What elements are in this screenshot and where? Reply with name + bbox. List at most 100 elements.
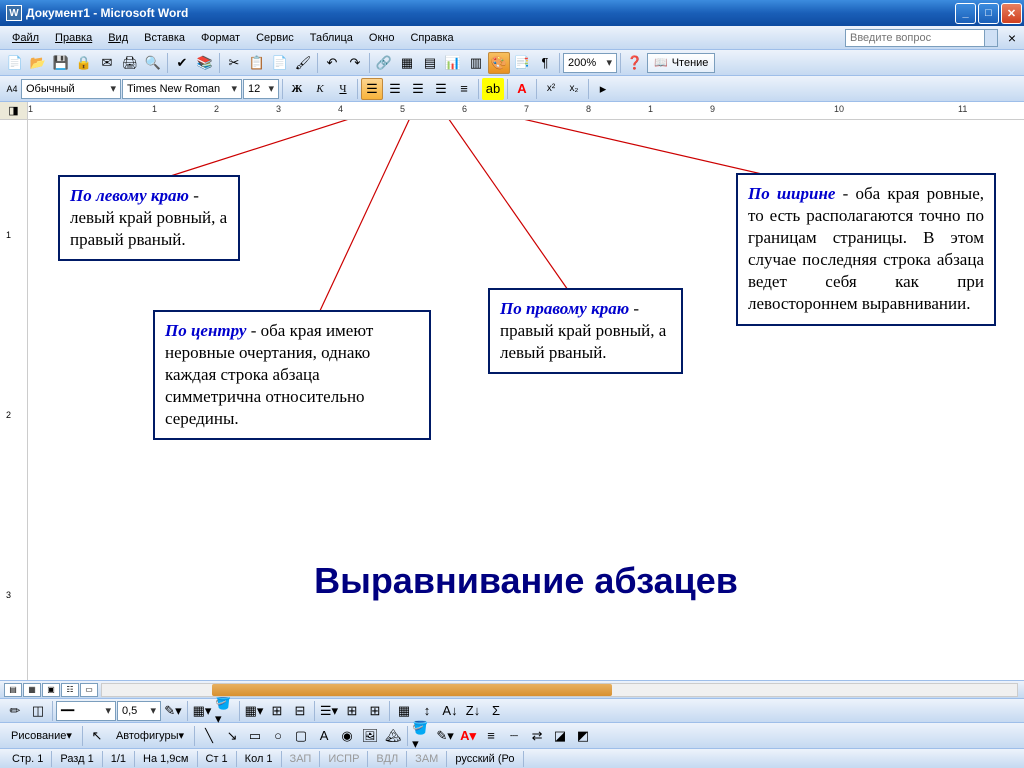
preview-button[interactable]: 🔍 bbox=[142, 52, 164, 74]
permission-button[interactable]: 🔒 bbox=[73, 52, 95, 74]
line-icon[interactable]: ╲ bbox=[198, 725, 220, 747]
underline-button[interactable]: Ч bbox=[332, 78, 354, 100]
close-button[interactable]: ✕ bbox=[1001, 3, 1022, 24]
fill-color-icon[interactable]: 🪣▾ bbox=[411, 725, 433, 747]
sort-asc-icon[interactable]: A↓ bbox=[439, 700, 461, 722]
tables-button[interactable]: ▦ bbox=[396, 52, 418, 74]
redo-button[interactable]: ↷ bbox=[344, 52, 366, 74]
arrow-icon[interactable]: ↘ bbox=[221, 725, 243, 747]
open-button[interactable]: 📂 bbox=[27, 52, 49, 74]
status-rec[interactable]: ЗАП bbox=[282, 751, 321, 767]
italic-button[interactable]: К bbox=[309, 78, 331, 100]
autoformat-icon[interactable]: ▦ bbox=[393, 700, 415, 722]
zoom-combo[interactable]: 200%▾ bbox=[563, 53, 617, 73]
select-icon[interactable]: ↖ bbox=[86, 725, 108, 747]
font-color-draw-icon[interactable]: A▾ bbox=[457, 725, 479, 747]
autoshapes-menu[interactable]: Автофигуры ▾ bbox=[109, 726, 191, 746]
excel-button[interactable]: 📊 bbox=[442, 52, 464, 74]
cut-button[interactable]: ✂ bbox=[223, 52, 245, 74]
save-button[interactable]: 💾 bbox=[50, 52, 72, 74]
line-style-combo[interactable]: ━━▾ bbox=[56, 701, 116, 721]
arrow-style-icon[interactable]: ⇄ bbox=[526, 725, 548, 747]
status-ovr[interactable]: ЗАМ bbox=[407, 751, 447, 767]
drawing-menu[interactable]: Рисование ▾ bbox=[4, 726, 79, 746]
wordart-icon[interactable]: A bbox=[313, 725, 335, 747]
spellcheck-button[interactable]: ✔ bbox=[171, 52, 193, 74]
paste-button[interactable]: 📄 bbox=[269, 52, 291, 74]
reading-button[interactable]: 📖 Чтение bbox=[647, 53, 715, 73]
undo-button[interactable]: ↶ bbox=[321, 52, 343, 74]
print-view-button[interactable]: ▣ bbox=[42, 683, 60, 697]
hyperlink-button[interactable]: 🔗 bbox=[373, 52, 395, 74]
merge-cells-icon[interactable]: ⊞ bbox=[266, 700, 288, 722]
menu-tools[interactable]: Сервис bbox=[248, 29, 302, 47]
drawing-button[interactable]: 🎨 bbox=[488, 52, 510, 74]
menu-window[interactable]: Окно bbox=[361, 29, 403, 47]
format-painter-button[interactable]: 🖌 bbox=[292, 52, 314, 74]
line-color-icon[interactable]: ✎▾ bbox=[434, 725, 456, 747]
picture-icon[interactable]: 🏔 bbox=[382, 725, 404, 747]
eraser-icon[interactable]: ◫ bbox=[27, 700, 49, 722]
h-scrollbar[interactable] bbox=[101, 683, 1018, 697]
line-spacing-button[interactable]: ≡ bbox=[453, 78, 475, 100]
distribute-cols-icon[interactable]: ⊞ bbox=[364, 700, 386, 722]
sort-desc-icon[interactable]: Z↓ bbox=[462, 700, 484, 722]
shadow-icon[interactable]: ◪ bbox=[549, 725, 571, 747]
minimize-button[interactable]: _ bbox=[955, 3, 976, 24]
menu-insert[interactable]: Вставка bbox=[136, 29, 193, 47]
showmarks-button[interactable]: ¶ bbox=[534, 52, 556, 74]
align-justify-button[interactable]: ☰ bbox=[430, 78, 452, 100]
menu-view[interactable]: Вид bbox=[100, 29, 136, 47]
print-button[interactable]: 🖨 bbox=[119, 52, 141, 74]
status-lang[interactable]: русский (Ро bbox=[447, 751, 523, 767]
status-ext[interactable]: ВДЛ bbox=[368, 751, 407, 767]
rectangle-icon[interactable]: ▭ bbox=[244, 725, 266, 747]
page[interactable]: По левому краю - левый край ровный, а пр… bbox=[28, 120, 1024, 680]
insert-table-button[interactable]: ▤ bbox=[419, 52, 441, 74]
columns-button[interactable]: ▥ bbox=[465, 52, 487, 74]
style-combo[interactable]: Обычный▾ bbox=[21, 79, 121, 99]
textbox-icon[interactable]: ▢ bbox=[290, 725, 312, 747]
font-combo[interactable]: Times New Roman▾ bbox=[122, 79, 242, 99]
insert-table-icon[interactable]: ▦▾ bbox=[243, 700, 265, 722]
help-button[interactable]: ❓ bbox=[624, 52, 646, 74]
research-button[interactable]: 📚 bbox=[194, 52, 216, 74]
autosum-icon[interactable]: Σ bbox=[485, 700, 507, 722]
horizontal-ruler[interactable]: ◨ 112345678191011 bbox=[0, 102, 1024, 120]
reading-view-button[interactable]: ▭ bbox=[80, 683, 98, 697]
line-style-icon[interactable]: ≡ bbox=[480, 725, 502, 747]
font-color-button[interactable]: A bbox=[511, 78, 533, 100]
clipart-icon[interactable]: 🖼 bbox=[359, 725, 381, 747]
diagram-icon[interactable]: ◉ bbox=[336, 725, 358, 747]
styles-pane-button[interactable]: A4 bbox=[4, 78, 20, 100]
more-button-icon[interactable]: ▸ bbox=[592, 78, 614, 100]
subscript-button[interactable]: x₂ bbox=[563, 78, 585, 100]
distribute-rows-icon[interactable]: ⊞ bbox=[341, 700, 363, 722]
vertical-ruler[interactable]: 123 bbox=[0, 120, 28, 680]
docmap-button[interactable]: 📑 bbox=[511, 52, 533, 74]
superscript-button[interactable]: x² bbox=[540, 78, 562, 100]
fontsize-combo[interactable]: 12▾ bbox=[243, 79, 279, 99]
highlight-button[interactable]: ab bbox=[482, 78, 504, 100]
status-trk[interactable]: ИСПР bbox=[320, 751, 368, 767]
menu-help[interactable]: Справка bbox=[402, 29, 461, 47]
web-view-button[interactable]: ▦ bbox=[23, 683, 41, 697]
align-icon[interactable]: ☰▾ bbox=[318, 700, 340, 722]
3d-icon[interactable]: ◩ bbox=[572, 725, 594, 747]
align-center-button[interactable]: ☰ bbox=[384, 78, 406, 100]
help-search-input[interactable] bbox=[845, 29, 985, 47]
email-button[interactable]: ✉ bbox=[96, 52, 118, 74]
draw-table-icon[interactable]: ✏ bbox=[4, 700, 26, 722]
new-button[interactable]: 📄 bbox=[4, 52, 26, 74]
shading-icon[interactable]: 🪣▾ bbox=[214, 700, 236, 722]
border-color-icon[interactable]: ✎▾ bbox=[162, 700, 184, 722]
help-search-dropdown[interactable] bbox=[984, 29, 998, 47]
normal-view-button[interactable]: ▤ bbox=[4, 683, 22, 697]
split-cells-icon[interactable]: ⊟ bbox=[289, 700, 311, 722]
text-direction-icon[interactable]: ↕ bbox=[416, 700, 438, 722]
menu-file[interactable]: Файл bbox=[4, 29, 47, 47]
align-right-button[interactable]: ☰ bbox=[407, 78, 429, 100]
copy-button[interactable]: 📋 bbox=[246, 52, 268, 74]
dash-style-icon[interactable]: ┈ bbox=[503, 725, 525, 747]
outline-view-button[interactable]: ☷ bbox=[61, 683, 79, 697]
